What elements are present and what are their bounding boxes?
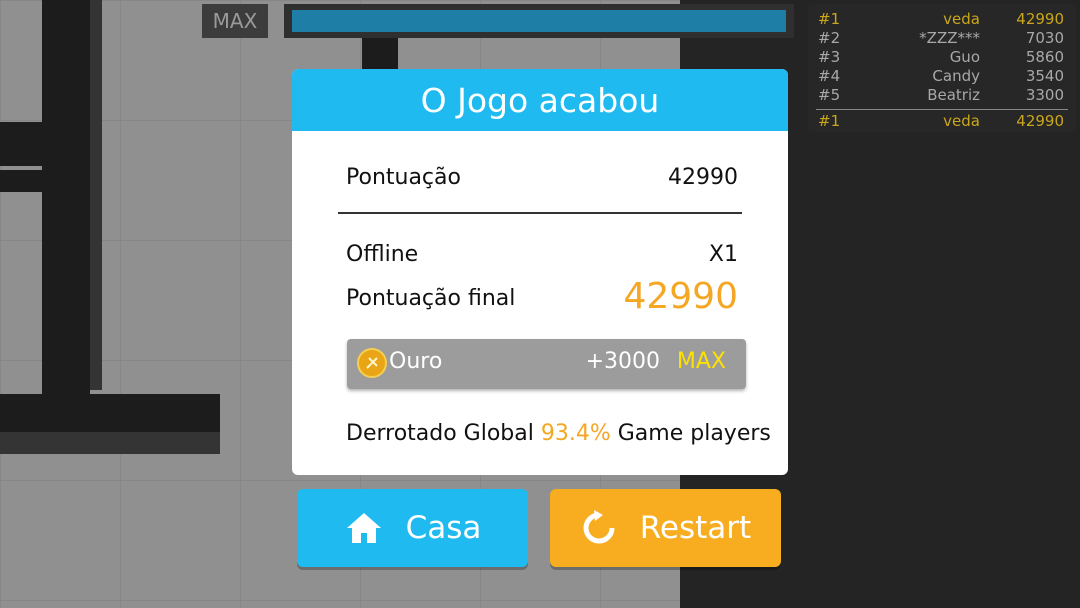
leaderboard-row: #3 Guo 5860: [808, 48, 1076, 67]
dialog-header: O Jogo acabou: [292, 69, 788, 131]
size-progress-bar: [284, 4, 794, 38]
leaderboard-my-row: #1 veda 42990: [808, 112, 1076, 131]
mode-label: Offline: [346, 242, 419, 267]
gold-max-badge: MAX: [676, 349, 726, 374]
leaderboard-row: #1 veda 42990: [808, 10, 1076, 29]
gold-reward-bar: Ouro +3000 MAX: [347, 339, 746, 389]
leaderboard-rank: #2: [818, 29, 841, 47]
global-prefix: Derrotado Global: [346, 421, 534, 446]
coin-icon: [357, 348, 387, 378]
home-button[interactable]: Casa: [297, 489, 528, 567]
dialog-title: O Jogo acabou: [420, 80, 660, 120]
global-rank-text: Derrotado Global 93.4% Game players: [346, 421, 771, 446]
leaderboard-score: 42990: [1016, 10, 1064, 28]
leaderboard-score: 3300: [1025, 86, 1064, 104]
global-percent: 93.4%: [540, 421, 611, 446]
leaderboard-row: #4 Candy 3540: [808, 67, 1076, 86]
leaderboard-name: *ZZZ***: [919, 29, 980, 47]
multiplier-value: X1: [708, 242, 738, 267]
gold-amount: +3000: [585, 349, 660, 374]
global-suffix: Game players: [617, 421, 771, 446]
leaderboard-row: #2 *ZZZ*** 7030: [808, 29, 1076, 48]
leaderboard-score: 5860: [1025, 48, 1064, 66]
size-progress-fill: [292, 10, 786, 32]
restart-icon: [583, 510, 615, 544]
leaderboard-score: 7030: [1025, 29, 1064, 47]
leaderboard-rank: #1: [818, 10, 841, 28]
leaderboard-name: Guo: [949, 48, 980, 66]
score-value: 42990: [668, 165, 738, 190]
final-score-value: 42990: [623, 276, 738, 317]
max-label: MAX: [202, 4, 268, 38]
score-label: Pontuação: [346, 165, 461, 190]
restart-button-label: Restart: [639, 510, 752, 546]
leaderboard-rank: #5: [818, 86, 841, 104]
home-icon: [346, 513, 381, 543]
final-score-label: Pontuação final: [346, 286, 516, 311]
leaderboard: #1 veda 42990 #2 *ZZZ*** 7030 #3 Guo 586…: [808, 4, 1076, 132]
leaderboard-name: Candy: [932, 67, 980, 85]
game-over-dialog: O Jogo acabou Pontuação 42990 Offline X1…: [292, 69, 788, 475]
gold-label: Ouro: [389, 349, 443, 374]
leaderboard-divider: [816, 109, 1068, 110]
restart-button[interactable]: Restart: [550, 489, 781, 567]
home-button-label: Casa: [405, 510, 482, 546]
leaderboard-score: 42990: [1016, 112, 1064, 130]
leaderboard-name: veda: [943, 10, 980, 28]
leaderboard-rank: #4: [818, 67, 841, 85]
leaderboard-rank: #3: [818, 48, 841, 66]
leaderboard-name: Beatriz: [927, 86, 980, 104]
leaderboard-score: 3540: [1025, 67, 1064, 85]
leaderboard-name: veda: [943, 112, 980, 130]
leaderboard-rank: #1: [818, 112, 841, 130]
score-divider: [338, 212, 742, 214]
leaderboard-row: #5 Beatriz 3300: [808, 86, 1076, 105]
